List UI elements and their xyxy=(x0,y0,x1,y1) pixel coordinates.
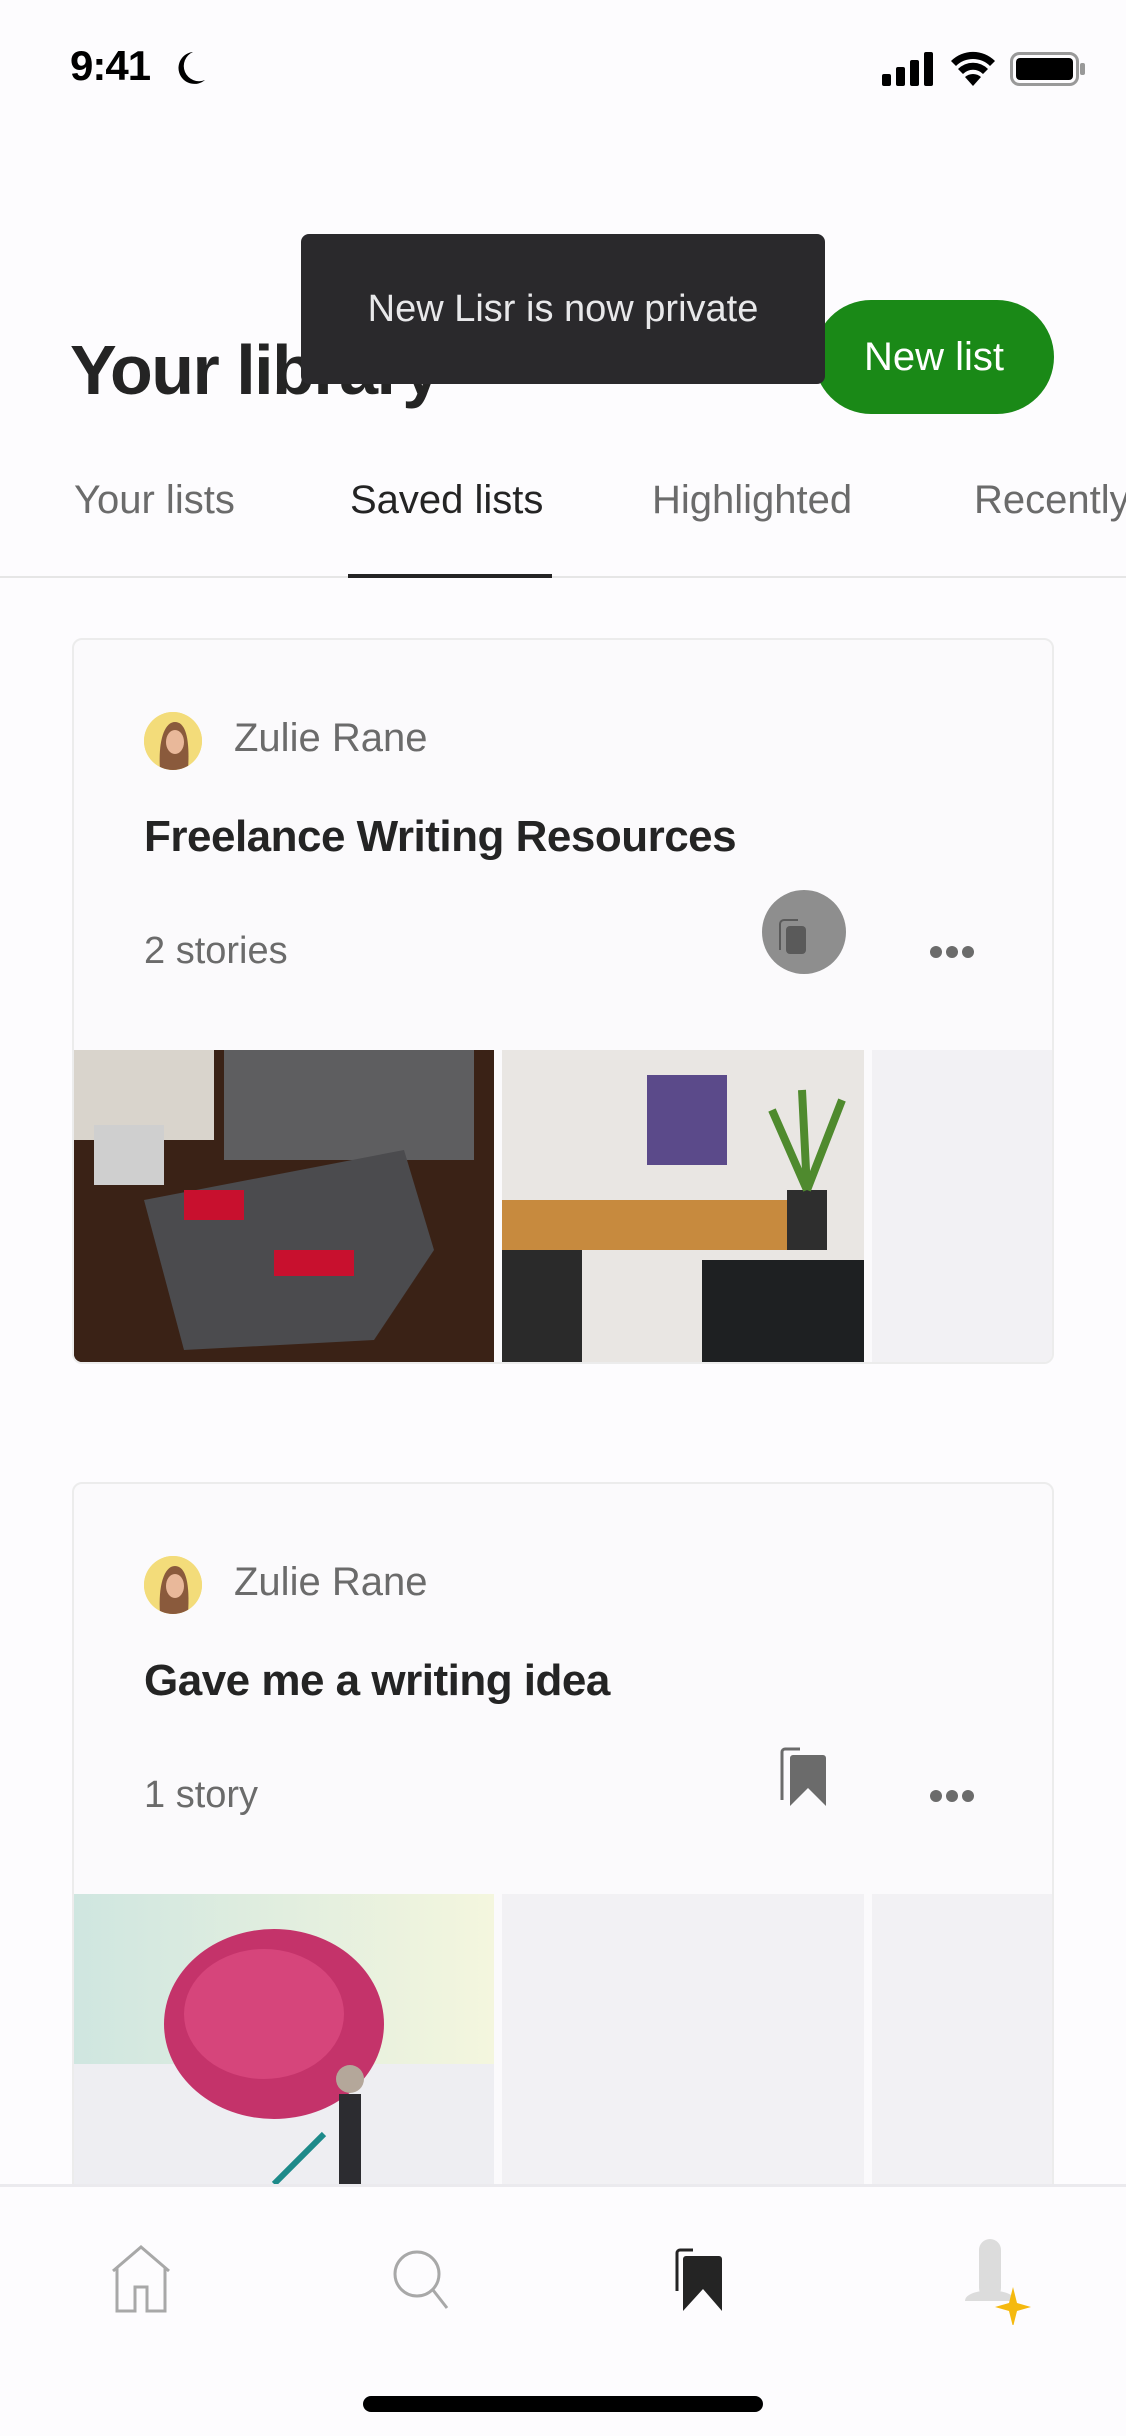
home-indicator[interactable] xyxy=(363,2396,763,2412)
save-list-button[interactable] xyxy=(762,1734,846,1818)
thumbnail-empty xyxy=(872,1894,1052,2206)
thumbnail-toolbox xyxy=(74,1050,494,1362)
list-thumbnails xyxy=(74,1894,1052,2206)
more-dot xyxy=(946,1790,958,1802)
search-icon xyxy=(393,2250,449,2309)
library-tabs: Your lists Saved lists Highlighted Recen… xyxy=(0,470,1126,578)
list-title[interactable]: Gave me a writing idea xyxy=(144,1656,610,1706)
nav-library[interactable] xyxy=(656,2235,746,2325)
new-list-button[interactable]: New list xyxy=(814,300,1054,414)
avatar-portrait-icon xyxy=(144,712,202,770)
thumbnail-desk-setup xyxy=(502,1050,864,1362)
more-dot xyxy=(962,1790,974,1802)
tab-saved-lists[interactable]: Saved lists xyxy=(350,478,543,523)
more-dot xyxy=(962,946,974,958)
author-name[interactable]: Zulie Rane xyxy=(234,716,427,761)
more-dot xyxy=(930,946,942,958)
author-avatar[interactable] xyxy=(144,712,202,770)
tab-recently-viewed[interactable]: Recently viewed xyxy=(974,478,1126,523)
library-screen: 9:41 Your library New list New Lisr is n… xyxy=(0,0,1126,2436)
nav-home[interactable] xyxy=(96,2235,186,2325)
bookmark-pressed-icon xyxy=(762,890,846,974)
bookmarks-icon xyxy=(675,2248,722,2311)
profile-icon xyxy=(965,2239,1031,2325)
tab-your-lists[interactable]: Your lists xyxy=(74,478,235,523)
wifi-icon xyxy=(951,51,995,86)
moon-icon xyxy=(178,52,205,84)
more-dot xyxy=(930,1790,942,1802)
toolbox-image xyxy=(74,1050,494,1362)
story-count: 1 story xyxy=(144,1774,259,1816)
nav-search[interactable] xyxy=(378,2235,468,2325)
thumbnail-empty xyxy=(502,1894,864,2206)
active-tab-indicator xyxy=(348,574,552,578)
nav-profile[interactable] xyxy=(950,2235,1040,2325)
author-avatar[interactable] xyxy=(144,1556,202,1614)
home-icon xyxy=(112,2245,170,2313)
more-options-button[interactable] xyxy=(922,932,982,972)
more-dot xyxy=(946,946,958,958)
desk-setup-image xyxy=(502,1050,864,1362)
bookmarks-saved-icon xyxy=(780,1747,826,1806)
more-options-button[interactable] xyxy=(922,1776,982,1816)
tab-highlighted[interactable]: Highlighted xyxy=(652,478,852,523)
list-title[interactable]: Freelance Writing Resources xyxy=(144,812,737,862)
thumbnail-empty xyxy=(872,1050,1052,1362)
toast-message: New Lisr is now private xyxy=(367,287,759,330)
list-thumbnails xyxy=(74,1050,1052,1362)
list-card[interactable]: Zulie Rane Gave me a writing idea 1 stor… xyxy=(72,1482,1054,2208)
list-card[interactable]: Zulie Rane Freelance Writing Resources 2… xyxy=(72,638,1054,1364)
story-count: 2 stories xyxy=(144,930,288,972)
thumbnail-brain-illustration xyxy=(74,1894,494,2206)
avatar-portrait-icon xyxy=(144,1556,202,1614)
brain-illustration-image xyxy=(74,1894,494,2206)
toast-notification: New Lisr is now private xyxy=(301,234,825,384)
status-time: 9:41 xyxy=(70,42,151,89)
save-list-button[interactable] xyxy=(762,890,846,974)
battery-icon xyxy=(1010,52,1085,86)
signal-icon xyxy=(882,52,933,86)
author-name[interactable]: Zulie Rane xyxy=(234,1560,427,1605)
